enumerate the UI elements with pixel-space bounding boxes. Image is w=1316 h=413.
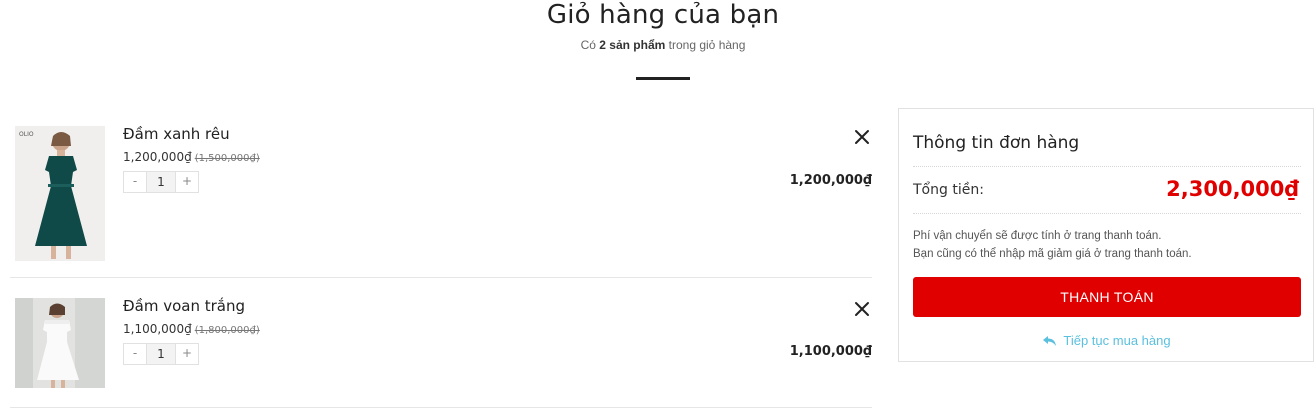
page-title: Giỏ hàng của bạn [546,0,780,30]
divider [913,213,1301,214]
quantity-input[interactable]: 1 [146,172,176,192]
quantity-stepper: - 1 + [123,343,199,365]
svg-text:OLIO: OLIO [19,131,34,138]
increase-quantity-button[interactable]: + [176,172,198,192]
close-icon [855,130,869,144]
remove-item-button[interactable] [852,299,872,319]
close-icon [855,302,869,316]
line-total: 1,100,000₫ [789,344,872,359]
product-name[interactable]: Đầm xanh rêu [123,125,230,143]
original-price: (1,800,000₫) [194,325,260,336]
summary-title: Thông tin đơn hàng [913,133,1080,153]
checkout-button[interactable]: THANH TOÁN [913,277,1301,317]
reply-arrow-icon [1043,336,1057,346]
increase-quantity-button[interactable]: + [176,344,198,364]
shipping-note: Phí vận chuyển sẽ được tính ở trang than… [913,230,1162,242]
continue-shopping-label: Tiếp tục mua hàng [1063,333,1171,348]
line-total: 1,200,000₫ [789,173,872,188]
total-amount: 2,300,000₫ [1166,177,1299,201]
discount-note: Bạn cũng có thể nhập mã giảm giá ở trang… [913,248,1192,260]
title-underline [636,77,690,80]
product-count: 2 sản phẩm [599,38,666,52]
subtitle-prefix: Có [580,38,596,52]
quantity-input[interactable]: 1 [146,344,176,364]
product-price: 1,200,000₫ (1,500,000₫) [123,150,260,164]
product-image[interactable] [15,298,105,388]
quantity-stepper: - 1 + [123,171,199,193]
product-price: 1,100,000₫ (1,800,000₫) [123,322,260,336]
divider [913,166,1301,167]
remove-item-button[interactable] [852,127,872,147]
decrease-quantity-button[interactable]: - [124,172,146,192]
subtitle-suffix: trong giỏ hàng [668,38,746,52]
original-price: (1,500,000₫) [194,153,260,164]
dress-photo-green: OLIO [15,126,105,261]
decrease-quantity-button[interactable]: - [124,344,146,364]
total-label: Tổng tiền: [913,182,984,198]
dress-photo-white [15,298,105,388]
product-image[interactable]: OLIO [15,126,105,261]
continue-shopping-link[interactable]: Tiếp tục mua hàng [899,333,1315,348]
product-name[interactable]: Đầm voan trắng [123,297,245,315]
order-summary-panel: Thông tin đơn hàng Tổng tiền: 2,300,000₫… [898,108,1314,362]
cart-item: Đầm voan trắng 1,100,000₫ (1,800,000₫) - … [10,280,872,408]
current-price: 1,200,000₫ [123,150,192,164]
cart-item: OLIO Đầm xanh rêu 1,200,000₫ (1,500,000₫)… [10,112,872,278]
current-price: 1,100,000₫ [123,322,192,336]
cart-count-summary: Có 2 sản phẩm trong giỏ hàng [0,38,1316,52]
